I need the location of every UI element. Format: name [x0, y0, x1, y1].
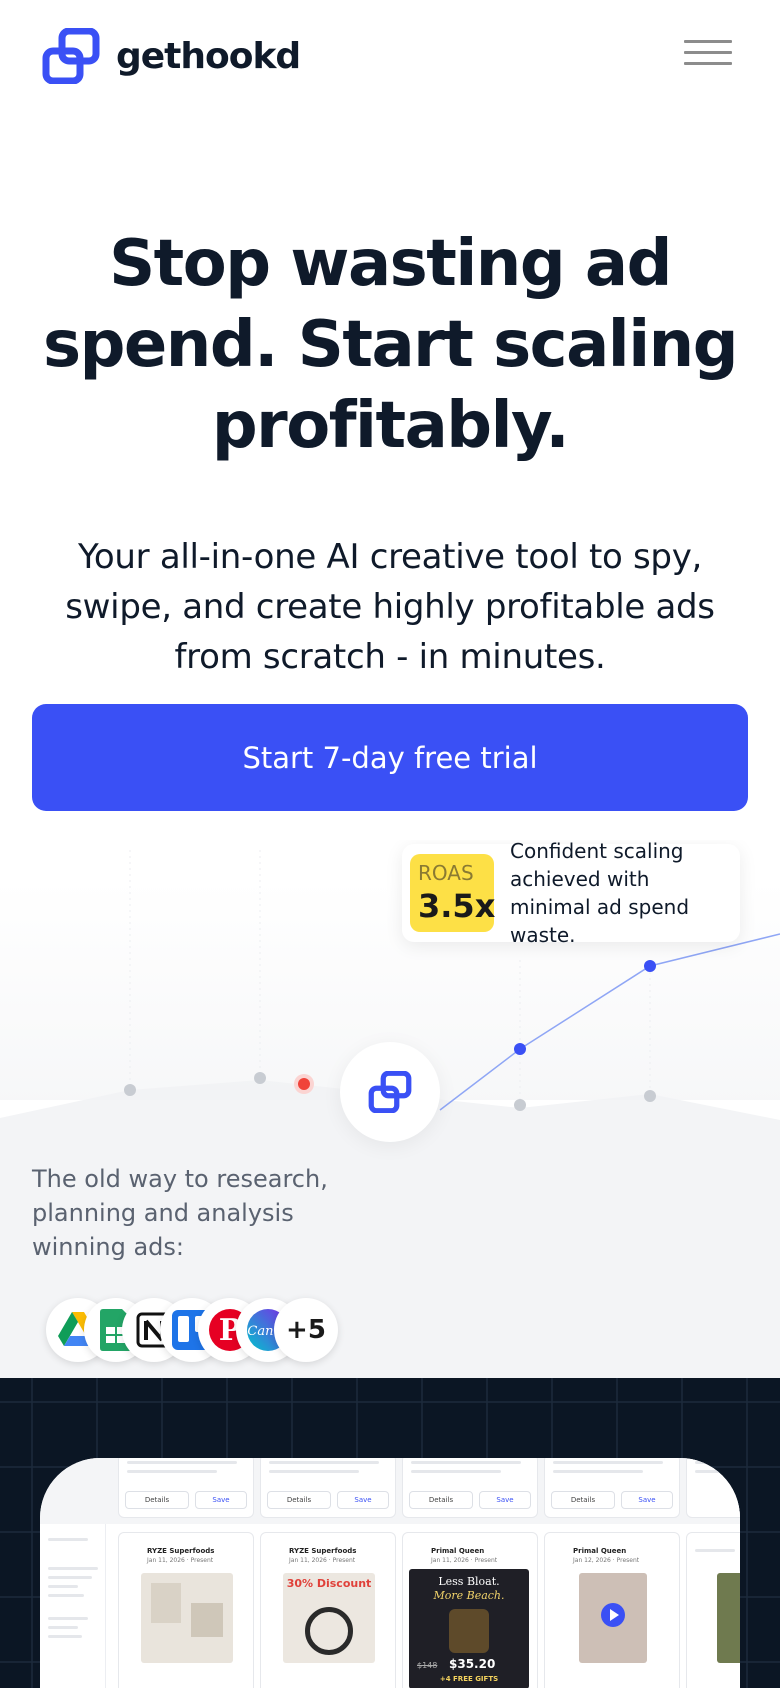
details-button[interactable]: Details: [267, 1491, 331, 1509]
ad-image: [141, 1573, 233, 1663]
data-point-gray: [644, 1090, 656, 1102]
roas-value: 3.5x: [418, 887, 496, 925]
old-way-text: The old way to research, planning and an…: [32, 1165, 328, 1261]
advertiser-name: Primal Queen: [573, 1547, 627, 1555]
data-point-gray: [514, 1099, 526, 1111]
old-price: $148: [417, 1661, 438, 1670]
hero-subtitle: Your all-in-one AI creative tool to spy,…: [65, 537, 715, 677]
brand-name: gethookd: [116, 35, 301, 77]
ad-headline-2: More Beach.: [433, 1589, 505, 1602]
data-point-gray: [124, 1084, 136, 1096]
ad-image: [717, 1573, 740, 1663]
ad-card-top: Details Save: [260, 1458, 396, 1518]
details-button[interactable]: Details: [409, 1491, 473, 1509]
ad-card-top: [686, 1458, 740, 1518]
data-point-blue: [514, 1043, 526, 1055]
play-icon[interactable]: [601, 1603, 625, 1627]
preview-top-row: Details Save Details Save Details Save D…: [40, 1458, 740, 1524]
advertiser-name: RYZE Superfoods: [147, 1547, 215, 1555]
ad-card[interactable]: Primal Queen Jan 11, 2026 · Present Less…: [402, 1532, 538, 1688]
roas-description: Confident scaling achieved with minimal …: [510, 840, 690, 947]
ad-date: Jan 11, 2026 · Present: [289, 1557, 356, 1564]
save-button[interactable]: Save: [621, 1491, 673, 1509]
gifts-text: +4 FREE GIFTS: [439, 1675, 499, 1683]
save-button[interactable]: Save: [337, 1491, 389, 1509]
ad-card[interactable]: Primal Queen Jan 12, 2026 · Present: [544, 1532, 680, 1688]
link-chain-logo-icon: [42, 28, 100, 84]
ad-card-top: Details Save: [118, 1458, 254, 1518]
ad-headline: Less Bloat.: [438, 1575, 500, 1588]
start-trial-button[interactable]: Start 7-day free trial: [32, 704, 748, 811]
ad-card-top: Details Save: [544, 1458, 680, 1518]
app-preview: Details Save Details Save Details Save D…: [40, 1458, 740, 1688]
ad-date: Jan 11, 2026 · Present: [147, 1557, 214, 1564]
ad-card[interactable]: RYZE Superfoods Jan 11, 2026 · Present 3…: [260, 1532, 396, 1688]
data-point-blue: [644, 960, 656, 972]
details-button[interactable]: Details: [125, 1491, 189, 1509]
ad-image: 30% Discount: [283, 1573, 375, 1663]
advertiser-name: RYZE Superfoods: [289, 1547, 357, 1555]
save-button[interactable]: Save: [195, 1491, 247, 1509]
ad-card[interactable]: [686, 1532, 740, 1688]
hamburger-menu-icon[interactable]: [684, 40, 732, 74]
growth-chart-section: ROAS 3.5x Confident scaling achieved wit…: [0, 840, 780, 1378]
data-point-red: [298, 1078, 310, 1090]
details-button[interactable]: Details: [551, 1491, 615, 1509]
ad-card-top: Details Save: [402, 1458, 538, 1518]
roas-card: ROAS 3.5x Confident scaling achieved wit…: [402, 840, 740, 947]
ad-video: [579, 1573, 647, 1663]
site-header: gethookd: [0, 0, 780, 112]
brand-logo[interactable]: gethookd: [42, 28, 301, 84]
ad-card[interactable]: RYZE Superfoods Jan 11, 2026 · Present: [118, 1532, 254, 1688]
roas-label: ROAS: [418, 861, 474, 885]
discount-text: 30% Discount: [286, 1577, 372, 1590]
link-chain-logo-icon: [368, 1071, 412, 1113]
center-logo-badge: [340, 1042, 440, 1142]
ad-date: Jan 11, 2026 · Present: [431, 1557, 498, 1564]
ad-date: Jan 12, 2026 · Present: [573, 1557, 640, 1564]
ad-image: Less Bloat. More Beach. $148 $35.20 +4 F…: [409, 1569, 529, 1688]
product-preview-section: Details Save Details Save Details Save D…: [0, 1378, 780, 1688]
more-tools-count: +5: [286, 1315, 326, 1345]
hero-title: Stop wasting ad spend. Start scaling pro…: [42, 227, 739, 463]
data-point-gray: [254, 1072, 266, 1084]
roas-badge: ROAS 3.5x: [410, 854, 496, 932]
new-price: $35.20: [449, 1657, 496, 1671]
save-button[interactable]: Save: [479, 1491, 531, 1509]
preview-sidebar: [40, 1524, 106, 1688]
more-tools-badge: +5: [274, 1298, 338, 1362]
advertiser-name: Primal Queen: [431, 1547, 485, 1555]
